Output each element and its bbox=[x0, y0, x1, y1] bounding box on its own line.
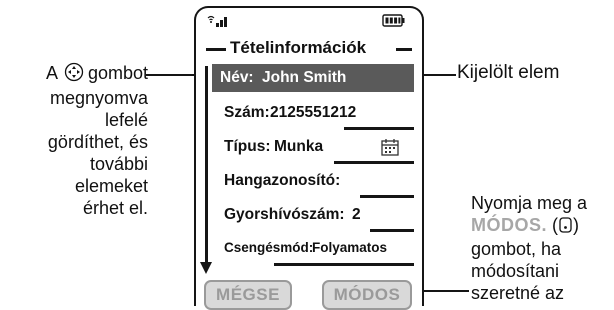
left-callout: Agombot megnyomva lefelé gördíthet, és t… bbox=[0, 62, 148, 219]
title-rule-right bbox=[396, 48, 412, 51]
left-callout-line-1: Agombot bbox=[0, 62, 148, 87]
modify-callout-accent-line: MÓDOS. () bbox=[471, 214, 614, 238]
navigation-key-icon bbox=[64, 62, 84, 87]
selected-item-callout: Kijelölt elem bbox=[457, 62, 560, 83]
row-underline bbox=[334, 161, 414, 164]
list-item-ring-style[interactable]: Csengésmód: Folyamatos bbox=[214, 234, 414, 266]
calendar-icon bbox=[380, 137, 400, 162]
cancel-softkey[interactable]: MÉGSE bbox=[204, 280, 292, 310]
modify-softkey[interactable]: MÓDOS bbox=[322, 280, 412, 310]
page-title: Tételinformációk bbox=[230, 38, 367, 57]
row-underline bbox=[344, 127, 414, 130]
list-title-bar: Tételinformációk bbox=[206, 38, 412, 60]
list-item-name[interactable]: Név: John Smith bbox=[212, 64, 414, 92]
right-softkey-icon bbox=[559, 216, 572, 238]
scroll-indicator bbox=[205, 66, 208, 270]
list-item-speed-dial[interactable]: Gyorshívószám: 2 bbox=[214, 200, 414, 232]
list-item-type[interactable]: Típus: Munka bbox=[214, 132, 414, 164]
battery-icon bbox=[382, 14, 406, 32]
status-bar bbox=[206, 12, 412, 30]
phone-screen: Tételinformációk Név: John Smith Szám: 2… bbox=[194, 6, 424, 310]
scroll-down-arrow-icon bbox=[200, 262, 212, 274]
row-underline bbox=[274, 263, 414, 266]
row-underline bbox=[360, 195, 414, 198]
list-item-voice-tag[interactable]: Hangazonosító: bbox=[214, 166, 414, 198]
list-item-number[interactable]: Szám: 2125551212 bbox=[214, 98, 414, 130]
modify-callout: Nyomja meg a MÓDOS. () gombot, ha módosí… bbox=[471, 192, 614, 304]
row-underline bbox=[370, 229, 414, 232]
signal-icon bbox=[206, 14, 232, 33]
title-rule-left bbox=[206, 48, 226, 51]
